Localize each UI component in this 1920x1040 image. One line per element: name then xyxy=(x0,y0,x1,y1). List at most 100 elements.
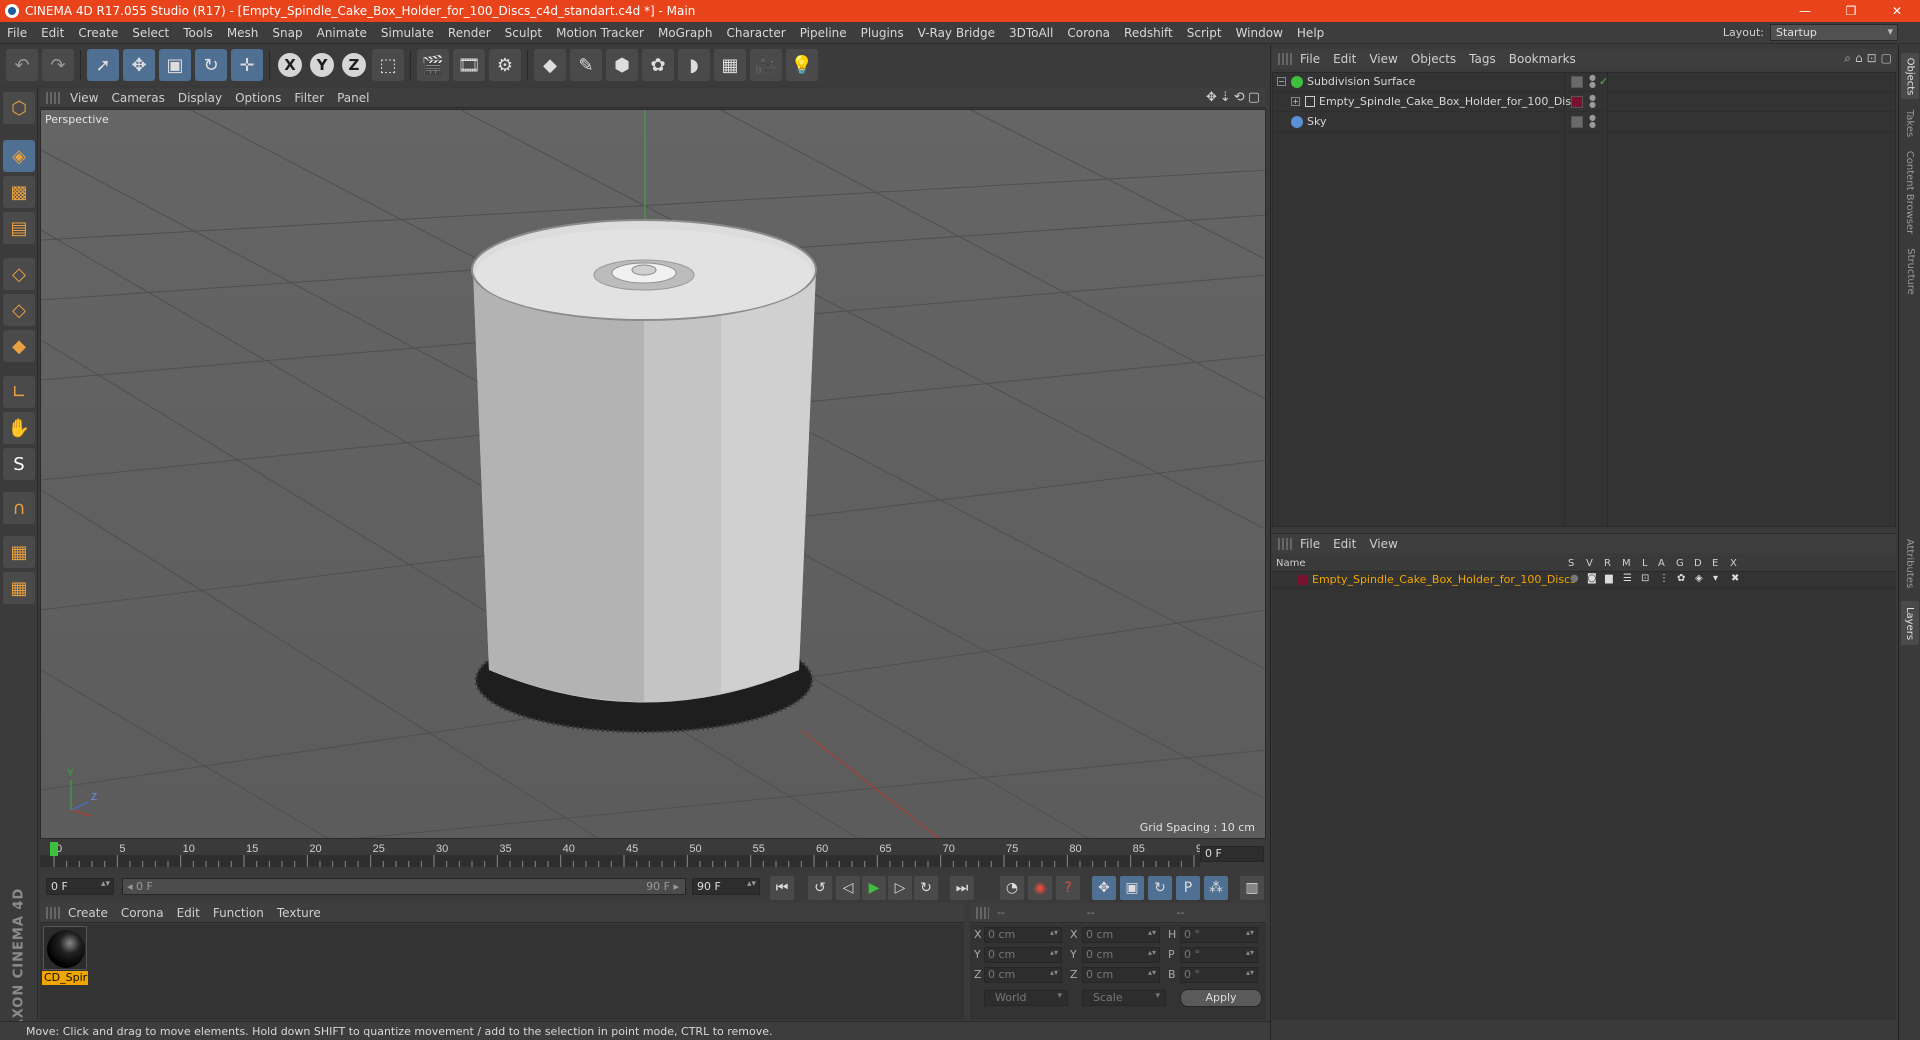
next-frame-icon[interactable]: ▷ xyxy=(888,876,912,900)
key-scale-icon[interactable]: ▣ xyxy=(1120,876,1144,900)
light-icon[interactable]: 💡 xyxy=(786,49,818,81)
playhead[interactable] xyxy=(50,842,58,856)
scale-icon[interactable]: ▣ xyxy=(159,49,191,81)
spindle-cake-box-model[interactable] xyxy=(471,219,817,734)
menu-animate[interactable]: Animate xyxy=(310,26,374,40)
viewport-menu-view[interactable]: View xyxy=(70,91,111,105)
workplane-icon[interactable]: ▤ xyxy=(3,212,35,244)
object-row-spindle-holder[interactable]: + Empty_Spindle_Cake_Box_Holder_for_100_… xyxy=(1273,93,1895,112)
search-icon[interactable]: ⌕ xyxy=(1844,51,1851,66)
select-arrow-icon[interactable]: ➚ xyxy=(87,49,119,81)
restore-button[interactable]: ❐ xyxy=(1828,0,1874,22)
object-menu-file[interactable]: File xyxy=(1300,52,1333,66)
enabled-check-icon[interactable]: ✓ xyxy=(1599,75,1608,88)
menu-mesh[interactable]: Mesh xyxy=(220,26,266,40)
object-menu-objects[interactable]: Objects xyxy=(1411,52,1469,66)
menu-file[interactable]: File xyxy=(0,26,34,40)
viewport-menu-display[interactable]: Display xyxy=(178,91,235,105)
coordinate-system-icon[interactable]: ⬚ xyxy=(372,49,404,81)
material-menu-edit[interactable]: Edit xyxy=(177,906,213,920)
object-row-sky[interactable]: Sky ● ● xyxy=(1273,113,1895,132)
menu-vray-bridge[interactable]: V-Ray Bridge xyxy=(911,26,1002,40)
deformers-toggle-icon[interactable]: ◈ xyxy=(1695,573,1703,584)
menu-pipeline[interactable]: Pipeline xyxy=(793,26,854,40)
material-menu-create[interactable]: Create xyxy=(68,906,121,920)
viewport-menu-options[interactable]: Options xyxy=(235,91,294,105)
render-view-icon[interactable]: 🎬 xyxy=(417,49,449,81)
manager-toggle-icon[interactable]: ☰ xyxy=(1623,573,1632,584)
size-mode-select[interactable]: Scale ▾ xyxy=(1082,990,1166,1006)
recent-tool-icon[interactable]: ✛ xyxy=(231,49,263,81)
visibility-tag-icon[interactable] xyxy=(1571,116,1583,128)
pos-z-field[interactable]: 0 cm ▴▾ xyxy=(984,967,1062,983)
start-frame-field[interactable]: 0 F ▴▾ xyxy=(46,878,114,895)
menu-create[interactable]: Create xyxy=(71,26,125,40)
lock-icon[interactable]: ⊡ xyxy=(1867,51,1877,66)
deformer-icon[interactable]: ◗ xyxy=(678,49,710,81)
size-x-field[interactable]: 0 cm ▴▾ xyxy=(1082,927,1160,943)
tab-objects[interactable]: Objects xyxy=(1901,53,1919,99)
previous-key-icon[interactable]: ↺ xyxy=(808,876,832,900)
cube-icon[interactable]: ◆ xyxy=(534,49,566,81)
polygons-mode-icon[interactable]: ◆ xyxy=(3,330,35,362)
layer-color-tag-icon[interactable] xyxy=(1571,96,1583,108)
menu-sculpt[interactable]: Sculpt xyxy=(498,26,549,40)
floor-icon[interactable]: ▦ xyxy=(714,49,746,81)
tab-content-browser[interactable]: Content Browser xyxy=(1901,147,1919,237)
edges-mode-icon[interactable]: ◇ xyxy=(3,294,35,326)
menu-simulate[interactable]: Simulate xyxy=(374,26,441,40)
tab-takes[interactable]: Takes xyxy=(1901,105,1919,141)
dolly-view-icon[interactable]: ⇣ xyxy=(1220,90,1231,105)
render-toggle-icon[interactable]: ▆ xyxy=(1605,573,1613,584)
key-pla-icon[interactable]: ⁂ xyxy=(1204,876,1228,900)
material-name[interactable]: CD_Spir xyxy=(42,971,88,985)
points-mode-icon[interactable]: ◇ xyxy=(3,258,35,290)
panel-grip-icon[interactable] xyxy=(976,906,990,919)
layout-select[interactable]: Startup xyxy=(1770,24,1898,41)
undo-icon[interactable]: ↶ xyxy=(6,49,38,81)
texture-mode-icon[interactable]: ▩ xyxy=(3,176,35,208)
generators-toggle-icon[interactable]: ✿ xyxy=(1677,573,1685,584)
menu-window[interactable]: Window xyxy=(1229,26,1290,40)
go-to-end-icon[interactable]: ⏭ xyxy=(950,876,974,900)
timeline-track[interactable] xyxy=(40,855,1200,867)
y-axis-icon[interactable]: Y xyxy=(310,53,334,77)
tab-attributes[interactable]: Attributes xyxy=(1901,531,1919,595)
editor-render-dots-icon[interactable]: ● ● xyxy=(1589,74,1596,89)
menu-motion-tracker[interactable]: Motion Tracker xyxy=(549,26,651,40)
tab-structure[interactable]: Structure xyxy=(1901,243,1919,299)
layer-menu-edit[interactable]: Edit xyxy=(1333,537,1369,551)
panel-grip-icon[interactable] xyxy=(46,906,60,919)
minimize-button[interactable]: — xyxy=(1782,0,1828,22)
magnet-icon[interactable]: ∩ xyxy=(3,492,35,524)
viewport-menu-cameras[interactable]: Cameras xyxy=(111,91,177,105)
record-icon[interactable]: ? xyxy=(1056,876,1080,900)
menu-corona[interactable]: Corona xyxy=(1060,26,1117,40)
apply-button[interactable]: Apply xyxy=(1180,989,1262,1007)
tab-layers[interactable]: Layers xyxy=(1901,601,1919,645)
make-editable-icon[interactable]: ⬡ xyxy=(3,92,35,124)
move-icon[interactable]: ✥ xyxy=(123,49,155,81)
menu-script[interactable]: Script xyxy=(1180,26,1229,40)
menu-select[interactable]: Select xyxy=(125,26,176,40)
next-key-icon[interactable]: ↻ xyxy=(914,876,938,900)
orbit-view-icon[interactable]: ⟲ xyxy=(1234,90,1245,105)
keyframe-selection-icon[interactable]: ◔ xyxy=(1000,876,1024,900)
redo-icon[interactable]: ↷ xyxy=(42,49,74,81)
layer-menu-view[interactable]: View xyxy=(1369,537,1410,551)
object-menu-view[interactable]: View xyxy=(1369,52,1410,66)
menu-edit[interactable]: Edit xyxy=(34,26,71,40)
go-to-start-icon[interactable]: ⏮ xyxy=(770,876,794,900)
viewport-menu-panel[interactable]: Panel xyxy=(337,91,382,105)
pan-view-icon[interactable]: ✥ xyxy=(1206,90,1217,105)
subdivision-icon[interactable]: ⬢ xyxy=(606,49,638,81)
panel-grip-icon[interactable] xyxy=(1278,537,1292,550)
layer-row[interactable]: Empty_Spindle_Cake_Box_Holder_for_100_Di… xyxy=(1272,572,1896,588)
material-swatch[interactable] xyxy=(43,926,87,970)
rot-h-field[interactable]: 0 ° ▴▾ xyxy=(1180,927,1258,943)
timeline-ruler[interactable]: 051015202530354045505560657075808590 xyxy=(40,841,1266,871)
object-menu-tags[interactable]: Tags xyxy=(1469,52,1509,66)
camera-icon[interactable]: 🎥 xyxy=(750,49,782,81)
rot-p-field[interactable]: 0 ° ▴▾ xyxy=(1180,947,1258,963)
pen-spline-icon[interactable]: ✎ xyxy=(570,49,602,81)
